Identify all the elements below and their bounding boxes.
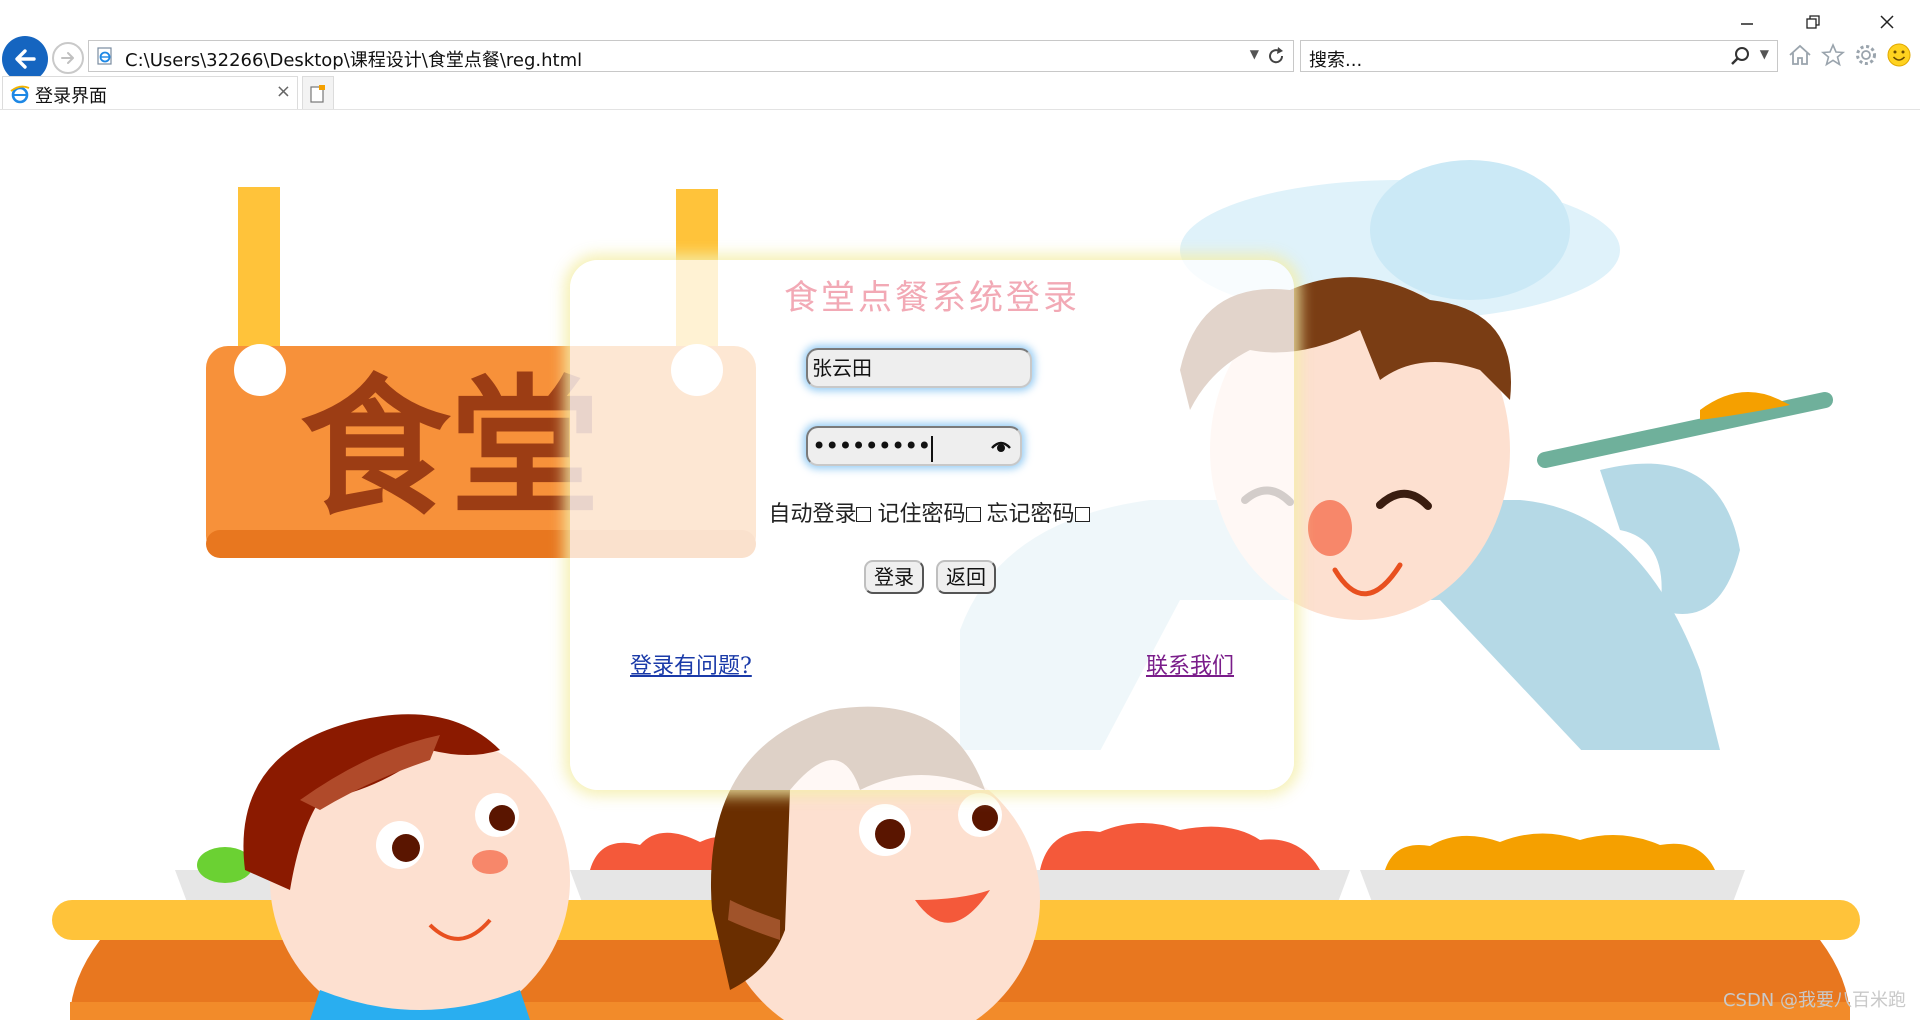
login-panel: 食堂点餐系统登录 张云田 ••••••••• 自动登录 记住密码 忘记密码 登录 返… xyxy=(570,260,1294,790)
login-options: 自动登录 记住密码 忘记密码 xyxy=(570,496,1294,528)
remember-password-label: 记住密码 xyxy=(877,502,966,527)
search-box[interactable]: 搜索... ▼ xyxy=(1300,40,1778,72)
remember-password-checkbox[interactable] xyxy=(965,507,981,522)
search-icon[interactable] xyxy=(1729,45,1751,67)
username-value: 张云田 xyxy=(812,356,872,380)
home-icon xyxy=(1789,44,1811,65)
tools-button[interactable] xyxy=(1851,40,1881,70)
search-placeholder[interactable]: 搜索... xyxy=(1309,46,1362,72)
tab-title: 登录界面 xyxy=(35,86,107,107)
sign-hole-left xyxy=(234,344,286,396)
food-red-2 xyxy=(1040,822,1320,870)
eye-icon[interactable] xyxy=(990,438,1012,454)
close-window-button[interactable] xyxy=(1864,8,1910,36)
tab-login-page[interactable]: 登录界面 × xyxy=(2,76,298,110)
username-input[interactable]: 张云田 xyxy=(806,348,1032,388)
feedback-button[interactable] xyxy=(1884,40,1914,70)
restore-button[interactable] xyxy=(1790,8,1836,36)
password-value: ••••••••• xyxy=(812,432,931,460)
home-button[interactable] xyxy=(1785,40,1815,70)
new-tab-button[interactable] xyxy=(302,76,334,110)
back-arrow-icon xyxy=(15,49,36,69)
page-file-icon xyxy=(97,47,112,65)
chef-hat-puff xyxy=(1370,160,1570,300)
text-caret xyxy=(931,435,934,462)
gear-icon xyxy=(1856,45,1876,65)
forward-button[interactable] xyxy=(52,42,84,74)
page-viewport: 食堂 食堂点餐系统登录 张云田 ••••••••• 自动登录 记住密码 忘记密码… xyxy=(0,110,1920,1020)
forgot-password-label: 忘记密码 xyxy=(986,502,1075,527)
canteen-sign-text: 食堂 xyxy=(300,360,600,536)
close-icon xyxy=(1880,15,1894,29)
search-dropdown-icon[interactable]: ▼ xyxy=(1760,47,1769,61)
forgot-password-checkbox[interactable] xyxy=(1074,507,1090,522)
login-title: 食堂点餐系统登录 xyxy=(784,278,1080,318)
star-icon xyxy=(1820,42,1846,67)
address-dropdown-icon[interactable]: ▼ xyxy=(1250,47,1259,61)
minimize-button[interactable] xyxy=(1724,8,1770,36)
girl-eye-left-pupil xyxy=(875,819,905,849)
browser-chrome: C:\Users\32266\Desktop\课程设计\食堂点餐\reg.htm… xyxy=(0,0,1920,110)
address-bar[interactable]: C:\Users\32266\Desktop\课程设计\食堂点餐\reg.htm… xyxy=(88,40,1294,72)
favorites-button[interactable] xyxy=(1818,40,1848,70)
boy-cheek xyxy=(472,850,508,874)
csdn-watermark: CSDN @我要八百米跑 xyxy=(1722,990,1906,1011)
password-input[interactable]: ••••••••• xyxy=(806,426,1022,466)
tab-close-icon[interactable]: × xyxy=(276,81,291,102)
ie-page-icon xyxy=(10,85,30,104)
boy-eye-right-pupil xyxy=(489,805,515,831)
boy-eye-left-pupil xyxy=(392,834,420,862)
chef-nose xyxy=(1308,500,1352,556)
login-button[interactable]: 登录 xyxy=(864,560,924,594)
girl-eye-right-pupil xyxy=(972,805,998,831)
auto-login-label: 自动登录 xyxy=(768,502,857,527)
sign-post-left xyxy=(238,187,280,367)
back-button-page[interactable]: 返回 xyxy=(936,560,996,594)
minimize-icon xyxy=(1741,23,1753,25)
food-orange xyxy=(1385,833,1715,870)
address-text[interactable]: C:\Users\32266\Desktop\课程设计\食堂点餐\reg.htm… xyxy=(125,46,582,72)
serving-tray xyxy=(1537,392,1833,468)
refresh-icon[interactable] xyxy=(1265,45,1287,67)
auto-login-checkbox[interactable] xyxy=(856,507,872,522)
login-problem-link[interactable]: 登录有问题? xyxy=(630,648,752,680)
forward-arrow-icon xyxy=(61,52,74,64)
contact-us-link[interactable]: 联系我们 xyxy=(1146,648,1234,680)
new-tab-icon xyxy=(310,84,325,103)
restore-icon xyxy=(1806,15,1820,29)
smiley-icon xyxy=(1887,43,1911,67)
